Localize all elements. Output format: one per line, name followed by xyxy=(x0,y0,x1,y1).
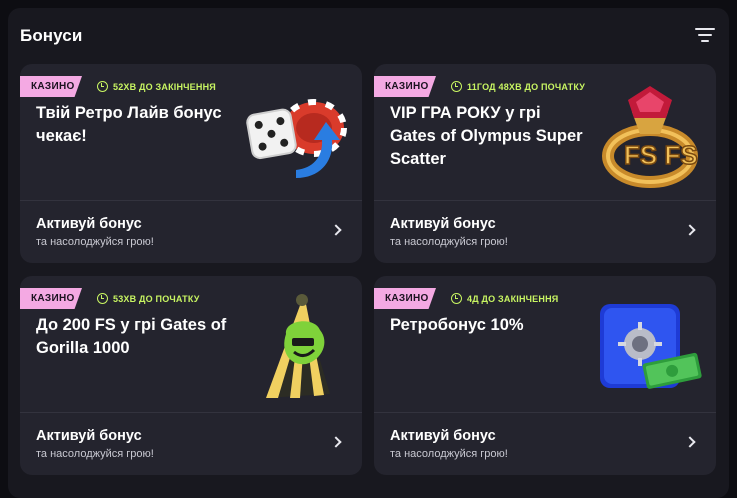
bonus-card-vip-game[interactable]: КАЗИНО 11ГОД 48ХВ ДО ПОЧАТКУ VIP ГРА РОК… xyxy=(374,64,716,263)
cta-title: Активуй бонус xyxy=(36,428,142,444)
party-hat-icon xyxy=(266,294,330,398)
category-badge: КАЗИНО xyxy=(20,288,82,309)
countdown-text: 53ХВ ДО ПОЧАТКУ xyxy=(113,293,200,304)
countdown-timer: 53ХВ ДО ПОЧАТКУ xyxy=(97,288,200,309)
card-divider xyxy=(20,412,362,413)
category-badge: КАЗИНО xyxy=(20,76,82,97)
cta-subtitle: та насолоджуйся грою! xyxy=(390,448,508,460)
bonus-headline: До 200 FS у грі Gates of Gorilla 1000 xyxy=(36,316,227,357)
dice-chip-icon xyxy=(246,99,347,178)
clock-icon xyxy=(97,81,108,92)
clock-icon xyxy=(451,293,462,304)
bonus-card-retrobonus[interactable]: КАЗИНО 4Д ДО ЗАКІНЧЕННЯ Ретробонус 10% А… xyxy=(374,276,716,475)
bonus-card-gates-gorilla[interactable]: КАЗИНО 53ХВ ДО ПОЧАТКУ До 200 FS у грі G… xyxy=(20,276,362,475)
cta-subtitle: та насолоджуйся грою! xyxy=(390,236,508,248)
filter-icon[interactable] xyxy=(695,28,715,44)
bonuses-panel: Бонуси КАЗИНО 52ХВ ДО ЗАКІНЧЕННЯ Твій Ре… xyxy=(8,8,729,498)
bonus-headline: Твій Ретро Лайв бонус чекає! xyxy=(36,104,222,145)
card-divider xyxy=(20,200,362,201)
card-divider xyxy=(374,200,716,201)
chevron-right-icon[interactable] xyxy=(684,436,696,448)
countdown-timer: 4Д ДО ЗАКІНЧЕННЯ xyxy=(451,288,558,309)
safe-cash-icon xyxy=(600,304,702,389)
cta-title: Активуй бонус xyxy=(390,216,496,232)
card-divider xyxy=(374,412,716,413)
category-badge: КАЗИНО xyxy=(374,76,436,97)
countdown-text: 11ГОД 48ХВ ДО ПОЧАТКУ xyxy=(467,81,586,92)
countdown-text: 52ХВ ДО ЗАКІНЧЕННЯ xyxy=(113,81,216,92)
clock-icon xyxy=(451,81,462,92)
cta-title: Активуй бонус xyxy=(390,428,496,444)
chevron-right-icon[interactable] xyxy=(330,436,342,448)
cta-subtitle: та насолоджуйся грою! xyxy=(36,236,154,248)
cta-title: Активуй бонус xyxy=(36,216,142,232)
fs-text: FS FS xyxy=(624,140,698,170)
countdown-text: 4Д ДО ЗАКІНЧЕННЯ xyxy=(467,293,559,304)
bonus-card-retro-live[interactable]: КАЗИНО 52ХВ ДО ЗАКІНЧЕННЯ Твій Ретро Лай… xyxy=(20,64,362,263)
page-title: Бонуси xyxy=(20,26,83,45)
fs-ring-icon: FS FS xyxy=(602,86,698,188)
countdown-timer: 52ХВ ДО ЗАКІНЧЕННЯ xyxy=(97,76,216,97)
bonus-headline: Ретробонус 10% xyxy=(390,316,524,334)
clock-icon xyxy=(97,293,108,304)
category-badge: КАЗИНО xyxy=(374,288,436,309)
cta-subtitle: та насолоджуйся грою! xyxy=(36,448,154,460)
bonus-headline: VIP ГРА РОКУ у грі Gates of Olympus Supe… xyxy=(390,104,583,168)
chevron-right-icon[interactable] xyxy=(684,224,696,236)
chevron-right-icon[interactable] xyxy=(330,224,342,236)
countdown-timer: 11ГОД 48ХВ ДО ПОЧАТКУ xyxy=(451,76,585,97)
